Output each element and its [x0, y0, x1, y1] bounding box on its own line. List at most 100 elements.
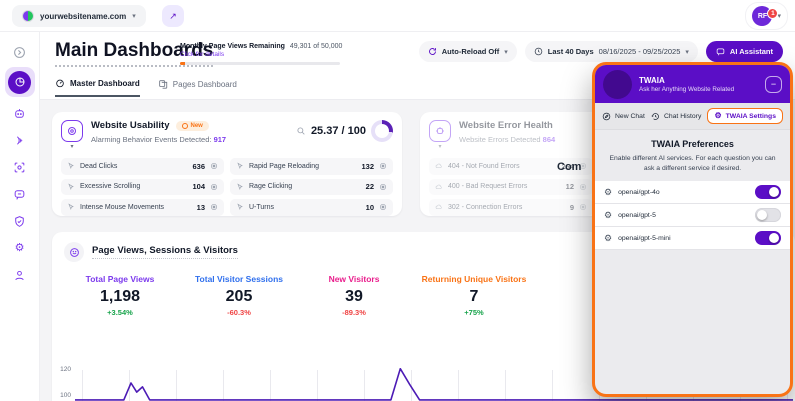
- scan-eye-icon: [13, 161, 26, 174]
- stat-returning-unique-visitors[interactable]: Returning Unique Visitors 7 +75%: [410, 274, 538, 317]
- user-icon: [13, 269, 26, 282]
- twaia-subtitle: Ask her Anything Website Related: [639, 86, 758, 93]
- tab-new-chat[interactable]: New Chat: [602, 112, 645, 121]
- pages-icon: [158, 79, 168, 89]
- score-value: 25.37 / 100: [311, 125, 366, 137]
- cloud-icon: [435, 162, 443, 170]
- record-dot-icon: [379, 162, 387, 170]
- error-row[interactable]: 400 - Bad Request Errors 12: [429, 179, 593, 196]
- y-axis-tick: 120: [53, 366, 71, 373]
- twaia-panel: TWAIA Ask her Anything Website Related −…: [592, 62, 793, 397]
- auto-reload-select[interactable]: Auto-Reload Off ▾: [419, 41, 517, 62]
- sidebar-item-voice[interactable]: [8, 128, 32, 152]
- open-site-button[interactable]: ↗: [162, 5, 184, 27]
- service-toggle[interactable]: [755, 208, 781, 222]
- gear-icon: ⚙: [714, 112, 721, 120]
- quota-details-link[interactable]: Click for details: [180, 51, 350, 58]
- quota-label: Monthly Page Views Remaining: [180, 43, 285, 50]
- circle-arrow-icon: [13, 46, 26, 59]
- dashboard-tabs: Master Dashboard Pages Dashboard: [55, 78, 237, 97]
- usability-events-value: 917: [214, 135, 227, 144]
- history-icon: [651, 112, 660, 121]
- sidebar-item-account[interactable]: [8, 263, 32, 287]
- error-label: 302 - Connection Errors: [448, 204, 565, 211]
- error-title: Website Error Health: [459, 120, 553, 131]
- chevron-down-icon: ▾: [70, 143, 73, 150]
- sidebar-item-dashboard[interactable]: [5, 67, 35, 97]
- sidebar-item-security[interactable]: [8, 209, 32, 233]
- record-dot-icon: [579, 183, 587, 191]
- user-menu[interactable]: RF 1 ▾: [746, 3, 787, 29]
- sidebar-item-session-scan[interactable]: [8, 155, 32, 179]
- metric-row[interactable]: Dead Clicks 636: [61, 158, 224, 175]
- cursor-icon: [236, 162, 244, 170]
- refresh-icon: [428, 47, 437, 56]
- ai-assistant-button[interactable]: AI Assistant: [706, 41, 783, 62]
- sidebar-item-bot[interactable]: [8, 101, 32, 125]
- record-dot-icon: [379, 183, 387, 191]
- gear-icon: ⚙: [604, 234, 612, 243]
- minus-icon: −: [771, 79, 776, 89]
- site-selector[interactable]: yourwebsitename.com ▾: [12, 5, 146, 27]
- stat-label: New Visitors: [298, 274, 410, 284]
- stat-label: Total Page Views: [60, 274, 180, 284]
- gear-icon: ⚙: [604, 211, 612, 220]
- stat-label: Returning Unique Visitors: [410, 274, 538, 284]
- metric-value: 104: [192, 182, 205, 191]
- tab-twaia-settings[interactable]: ⚙ TWAIA Settings: [707, 108, 783, 124]
- cloud-icon: [435, 183, 443, 191]
- minimize-button[interactable]: −: [765, 76, 782, 93]
- metric-row[interactable]: Rapid Page Reloading 132: [230, 158, 393, 175]
- stat-total-visitor-sessions[interactable]: Total Visitor Sessions 205 -60.3%: [180, 274, 298, 317]
- error-card-icon-toggle[interactable]: ▾: [429, 120, 451, 150]
- robot-icon: [13, 107, 26, 120]
- cursor-icon: [67, 183, 75, 191]
- metric-value: 636: [192, 162, 205, 171]
- tab-master-dashboard[interactable]: Master Dashboard: [55, 78, 140, 97]
- tab-label: Pages Dashboard: [173, 80, 237, 89]
- gear-icon: ⚙: [604, 188, 612, 197]
- service-name: openai/gpt-5-mini: [618, 235, 749, 242]
- tab-chat-history[interactable]: Chat History: [651, 112, 701, 121]
- sidebar-item-chat[interactable]: [8, 182, 32, 206]
- service-toggle[interactable]: [755, 185, 781, 199]
- stat-label: Total Visitor Sessions: [180, 274, 298, 284]
- record-dot-icon: [210, 203, 218, 211]
- stat-new-visitors[interactable]: New Visitors 39 -89.3%: [298, 274, 410, 317]
- tab-label: Master Dashboard: [70, 79, 140, 88]
- usability-score: 25.37 / 100: [296, 120, 393, 142]
- sidebar-item-settings[interactable]: ⚙: [8, 236, 32, 260]
- twaia-tabs: New Chat Chat History ⚙ TWAIA Settings: [595, 103, 790, 130]
- gauge-icon: [55, 78, 65, 88]
- quota-value: 49,301 of 50,000: [290, 43, 343, 50]
- stat-value: 39: [298, 288, 410, 306]
- service-row-gpt-5[interactable]: ⚙ openai/gpt-5: [595, 204, 790, 227]
- stat-change: +3.54%: [60, 308, 180, 317]
- metric-row[interactable]: U-Turns 10: [230, 199, 393, 216]
- shield-check-icon: [13, 215, 26, 228]
- ai-services-list: ⚙ openai/gpt-4o ⚙ openai/gpt-5 ⚙ openai/…: [595, 181, 790, 250]
- magnifier-icon: [296, 126, 306, 136]
- metric-row[interactable]: Intense Mouse Movements 13: [61, 199, 224, 216]
- metric-row[interactable]: Excessive Scrolling 104: [61, 179, 224, 196]
- error-row[interactable]: 302 - Connection Errors 9: [429, 199, 593, 216]
- stat-change: -60.3%: [180, 308, 298, 317]
- metric-row[interactable]: Rage Clicking 22: [230, 179, 393, 196]
- ai-assistant-label: AI Assistant: [730, 47, 773, 56]
- chevron-down-icon: ▾: [685, 48, 689, 56]
- stats-title: Page Views, Sessions & Visitors: [92, 245, 238, 259]
- metric-label: U-Turns: [249, 204, 361, 211]
- service-row-gpt-5-mini[interactable]: ⚙ openai/gpt-5-mini: [595, 227, 790, 250]
- record-dot-icon: [579, 203, 587, 211]
- collapse-sidebar-button[interactable]: [8, 40, 32, 64]
- date-range-select[interactable]: Last 40 Days 08/16/2025 - 09/25/2025 ▾: [525, 41, 698, 62]
- tab-pages-dashboard[interactable]: Pages Dashboard: [158, 78, 237, 97]
- service-toggle[interactable]: [755, 231, 781, 245]
- metric-value: 10: [366, 203, 374, 212]
- service-row-gpt-4o[interactable]: ⚙ openai/gpt-4o: [595, 181, 790, 204]
- error-value: 9: [570, 203, 574, 212]
- stat-total-page-views[interactable]: Total Page Views 1,198 +3.54%: [60, 274, 180, 317]
- sidebar: ⚙: [0, 32, 40, 401]
- usability-card-icon-toggle[interactable]: ▾: [61, 120, 83, 150]
- topbar: yourwebsitename.com ▾ ↗ RF 1 ▾: [0, 0, 795, 32]
